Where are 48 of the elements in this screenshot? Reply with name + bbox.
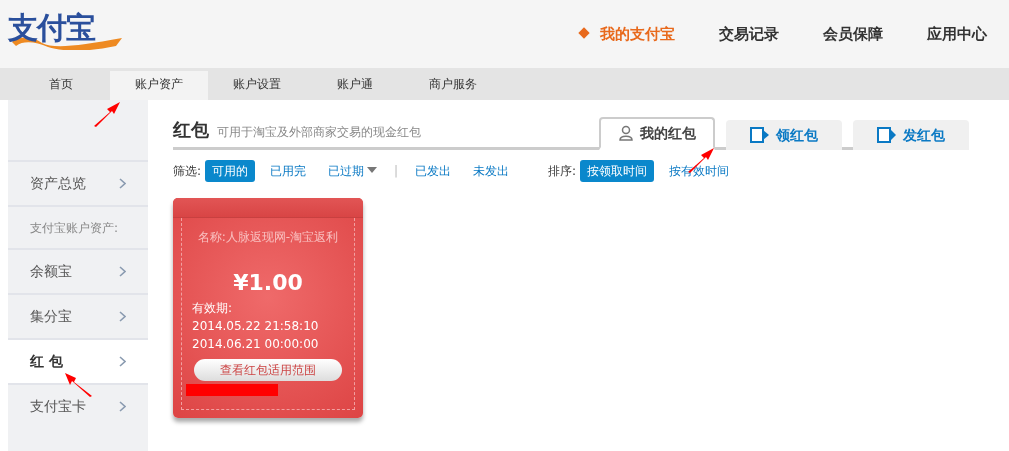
filter-option[interactable]: 未发出 [466, 160, 517, 182]
sidebar-item-label: 支付宝卡 [30, 397, 86, 416]
sub-nav-tab[interactable]: 账户设置 [208, 71, 306, 100]
separator: | [394, 163, 399, 180]
filter-option[interactable]: 可用的 [205, 160, 256, 182]
main-nav-link[interactable]: 应用中心 [905, 0, 1009, 68]
tab[interactable]: 领红包 [726, 120, 842, 150]
chevron-icon [119, 178, 126, 189]
sort-label: 排序: [548, 163, 577, 180]
filter-option[interactable]: 已用完 [263, 160, 314, 182]
sidebar-item[interactable]: 红 包 [8, 338, 148, 383]
validity-date: 2014.05.22 21:58:10 [192, 318, 320, 335]
card-arrow-icon [877, 127, 897, 143]
envelope-name: 名称:人脉返现网-淘宝返利 [196, 229, 340, 246]
filter-option[interactable]: 已过期 [321, 160, 385, 182]
filter-option[interactable]: 已发出 [408, 160, 459, 182]
sub-nav-tab[interactable]: 账户通 [306, 71, 404, 100]
view-scope-button[interactable]: 查看红包适用范围 [194, 359, 342, 381]
validity-label: 有效期: [192, 300, 234, 317]
main-nav-link[interactable]: 会员保障 [801, 0, 905, 68]
annotation-arrow [64, 370, 94, 398]
sidebar-item-label: 集分宝 [30, 307, 72, 326]
chevron-icon [119, 401, 126, 412]
sort-option[interactable]: 按领取时间 [580, 160, 655, 182]
card-arrow-icon [750, 127, 770, 143]
sub-nav-tab[interactable]: 首页 [12, 71, 110, 100]
envelope-amount: ¥1.00 [232, 269, 304, 297]
page-subtitle: 可用于淘宝及外部商家交易的现金红包 [217, 125, 421, 139]
sidebar-item-label: 资产总览 [30, 174, 86, 193]
person-icon [618, 125, 634, 141]
validity-date: 2014.06.21 00:00:00 [192, 336, 320, 353]
sidebar-item-label: 红 包 [30, 352, 63, 371]
sidebar-item[interactable]: 余额宝 [8, 248, 148, 293]
filter-label: 筛选: [173, 163, 202, 180]
annotation-arrow [92, 100, 122, 128]
sub-nav-tab[interactable]: 账户资产 [110, 71, 208, 100]
sidebar-item-label: 余额宝 [30, 262, 72, 281]
sidebar-item[interactable]: 资产总览 [8, 160, 148, 205]
main-nav-link[interactable]: 交易记录 [697, 0, 801, 68]
chevron-icon [119, 311, 126, 322]
page-title: 红包 [173, 119, 209, 140]
tab[interactable]: 发红包 [853, 120, 969, 150]
sub-nav-tab[interactable]: 商户服务 [404, 71, 502, 100]
chevron-icon [119, 266, 126, 277]
chevron-icon [119, 356, 126, 367]
tab[interactable]: 我的红包 [599, 117, 715, 150]
sidebar-heading: 支付宝账户资产: [30, 219, 119, 237]
logo[interactable]: 支付宝 [8, 10, 126, 52]
